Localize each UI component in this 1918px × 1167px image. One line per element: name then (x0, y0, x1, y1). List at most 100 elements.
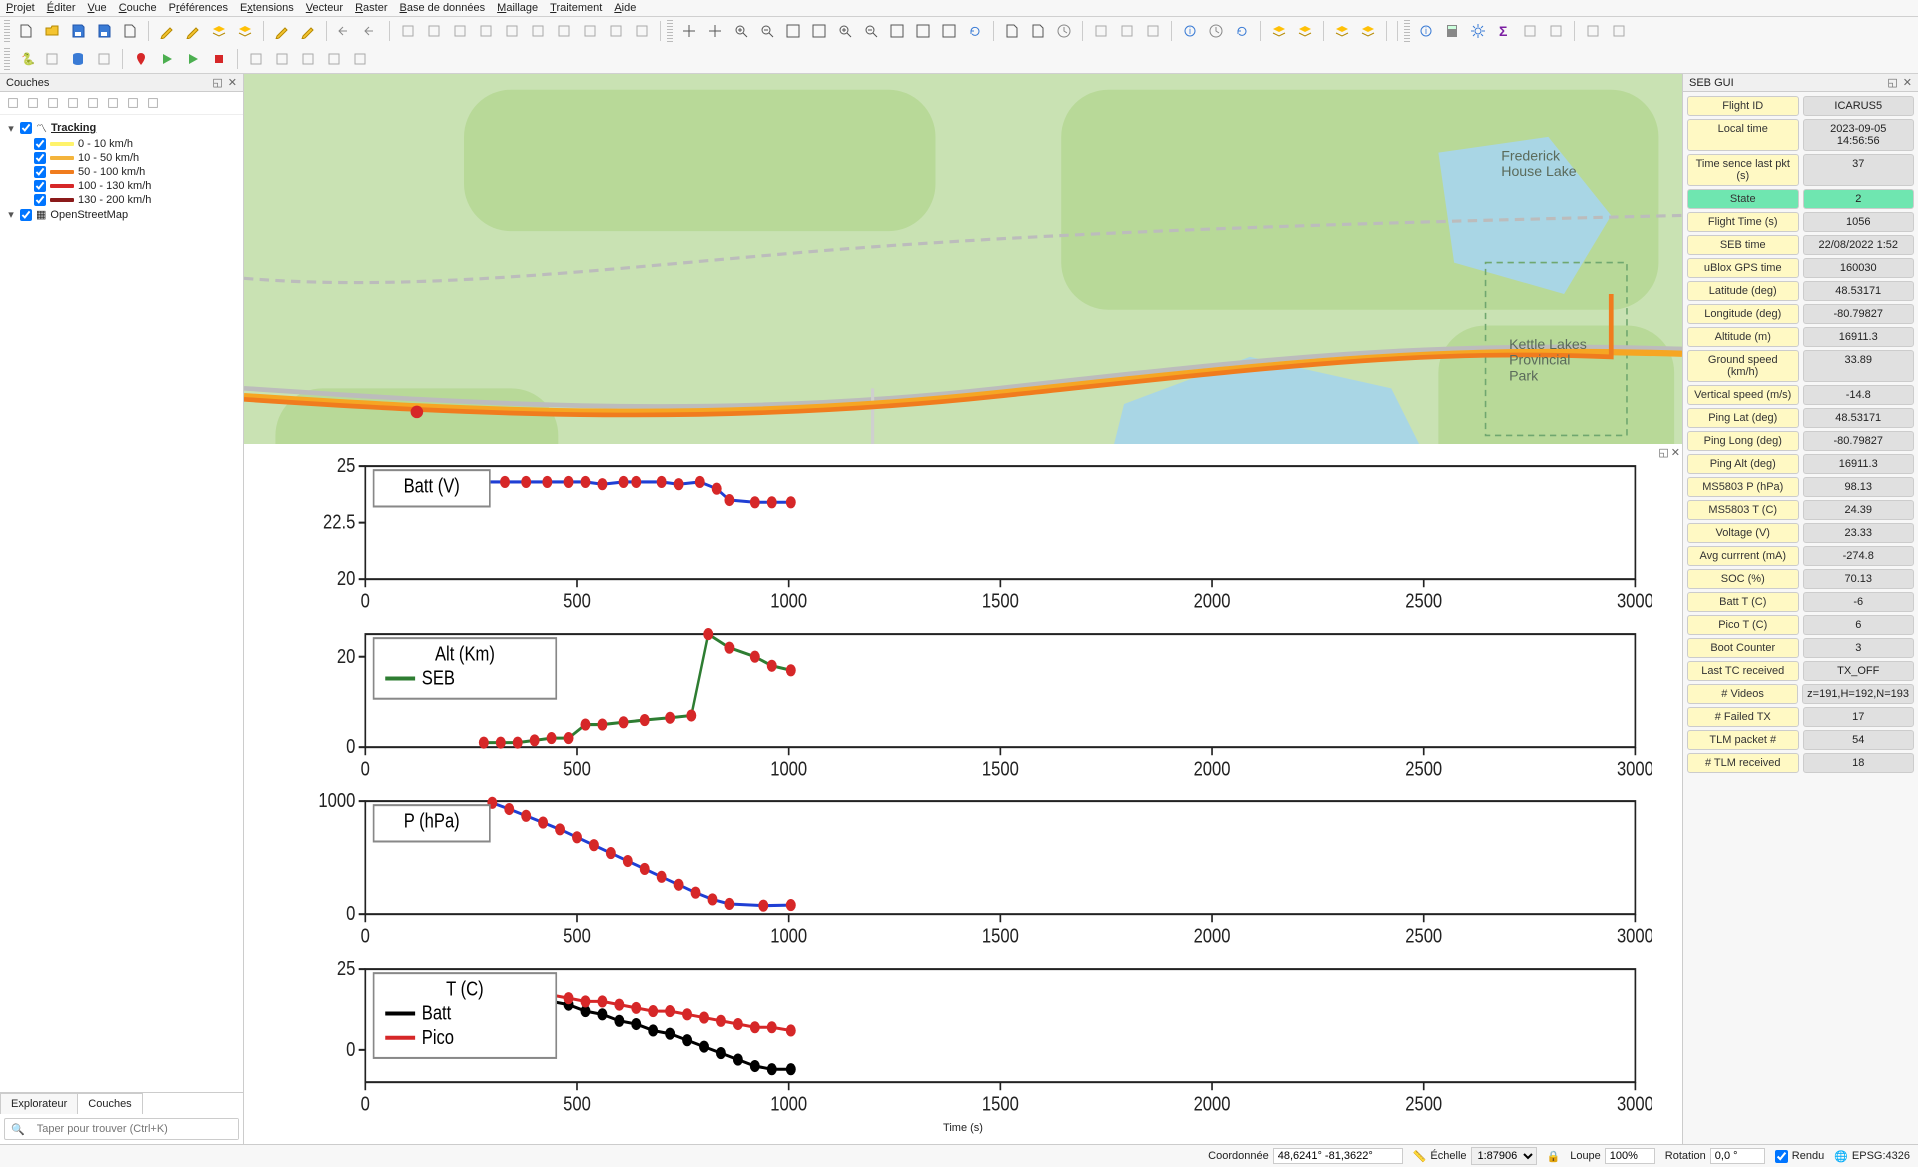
default-button[interactable] (1115, 19, 1139, 43)
default-button[interactable] (422, 19, 446, 43)
layer-label[interactable]: Tracking (51, 122, 96, 134)
layer-button[interactable] (1267, 19, 1291, 43)
default-button[interactable] (1581, 19, 1605, 43)
crs-field[interactable]: 🌐 EPSG:4326 (1834, 1150, 1910, 1163)
remove-icon[interactable] (146, 96, 160, 110)
layer-label[interactable]: 0 - 10 km/h (78, 138, 133, 150)
layer-checkbox[interactable] (20, 209, 32, 221)
layer-checkbox[interactable] (34, 180, 46, 192)
edit-button[interactable] (270, 19, 294, 43)
default-button[interactable] (322, 47, 346, 71)
zoom-full-button[interactable] (807, 19, 831, 43)
edit-button[interactable] (296, 19, 320, 43)
pan-button[interactable] (703, 19, 727, 43)
identify-button[interactable]: i (1178, 19, 1202, 43)
undock-icon[interactable]: ◱ (1658, 446, 1668, 459)
default-button[interactable] (396, 19, 420, 43)
pencil-icon[interactable] (6, 96, 20, 110)
expand-icon[interactable]: ▾ (6, 208, 16, 221)
default-button[interactable] (578, 19, 602, 43)
layer-checkbox[interactable] (34, 194, 46, 206)
clock-button[interactable] (1204, 19, 1228, 43)
default-button[interactable] (474, 19, 498, 43)
tab-couches[interactable]: Couches (77, 1093, 142, 1114)
layer-label[interactable]: 100 - 130 km/h (78, 180, 151, 192)
zoom-full-button[interactable] (885, 19, 909, 43)
default-button[interactable] (92, 47, 116, 71)
find-input[interactable] (31, 1119, 238, 1139)
zoom-full-button[interactable] (911, 19, 935, 43)
lock-field[interactable]: 🔒 (1547, 1150, 1561, 1163)
calc-button[interactable] (1440, 19, 1464, 43)
menu-aide[interactable]: Aide (614, 2, 636, 14)
layer-label[interactable]: 10 - 50 km/h (78, 152, 139, 164)
layer-label[interactable]: 130 - 200 km/h (78, 194, 151, 206)
tab-explorateur[interactable]: Explorateur (0, 1093, 78, 1114)
menu-vecteur[interactable]: Vecteur (306, 2, 343, 14)
filter-icon[interactable] (66, 96, 80, 110)
expand-icon[interactable] (106, 96, 120, 110)
close-icon[interactable]: ✕ (1903, 77, 1912, 89)
expression-icon[interactable] (86, 96, 100, 110)
menu-extensions[interactable]: Extensions (240, 2, 294, 14)
layer-button[interactable] (1330, 19, 1354, 43)
layer-checkbox[interactable] (20, 122, 32, 134)
default-button[interactable] (604, 19, 628, 43)
rotation-input[interactable] (1710, 1148, 1765, 1164)
layer-button[interactable] (207, 19, 231, 43)
save-button[interactable] (92, 19, 116, 43)
layer-button[interactable] (233, 19, 257, 43)
close-icon[interactable]: ✕ (228, 77, 237, 89)
layer-checkbox[interactable] (34, 166, 46, 178)
default-button[interactable] (296, 47, 320, 71)
pan-button[interactable] (677, 19, 701, 43)
scale-select[interactable]: 1:87906 (1471, 1147, 1537, 1165)
zoom-in-button[interactable] (833, 19, 857, 43)
menu-couche[interactable]: Couche (119, 2, 157, 14)
default-button[interactable] (448, 19, 472, 43)
python-button[interactable]: 🐍 (14, 47, 38, 71)
menu-raster[interactable]: Raster (355, 2, 387, 14)
new-button[interactable] (1026, 19, 1050, 43)
menu-vue[interactable]: Vue (88, 2, 107, 14)
default-button[interactable] (500, 19, 524, 43)
add-group-icon[interactable] (26, 96, 40, 110)
menu-base-de-données[interactable]: Base de données (400, 2, 486, 14)
undock-icon[interactable]: ◱ (1887, 77, 1897, 89)
layer-button[interactable] (1356, 19, 1380, 43)
close-icon[interactable]: ✕ (1671, 446, 1680, 459)
zoom-full-button[interactable] (937, 19, 961, 43)
open-button[interactable] (40, 19, 64, 43)
layer-checkbox[interactable] (34, 138, 46, 150)
coord-input[interactable] (1273, 1148, 1403, 1164)
default-button[interactable] (1544, 19, 1568, 43)
db-button[interactable] (66, 47, 90, 71)
default-button[interactable] (1141, 19, 1165, 43)
new-button[interactable] (118, 19, 142, 43)
refresh-button[interactable] (1230, 19, 1254, 43)
layer-label[interactable]: OpenStreetMap (50, 209, 128, 221)
menu-éditer[interactable]: Éditer (47, 2, 76, 14)
menu-projet[interactable]: Projet (6, 2, 35, 14)
menu-traitement[interactable]: Traitement (550, 2, 602, 14)
default-button[interactable] (1518, 19, 1542, 43)
expand-icon[interactable]: ▾ (6, 122, 16, 135)
default-button[interactable] (270, 47, 294, 71)
layer-checkbox[interactable] (34, 152, 46, 164)
play-button[interactable] (181, 47, 205, 71)
layer-button[interactable] (1293, 19, 1317, 43)
identify-button[interactable]: i (1414, 19, 1438, 43)
zoom-out-button[interactable] (755, 19, 779, 43)
edit-button[interactable] (155, 19, 179, 43)
clock-button[interactable] (1052, 19, 1076, 43)
pin-button[interactable] (129, 47, 153, 71)
eye-icon[interactable] (46, 96, 60, 110)
default-button[interactable] (1089, 19, 1113, 43)
save-button[interactable] (66, 19, 90, 43)
layers-tree[interactable]: ▾〽Tracking0 - 10 km/h10 - 50 km/h50 - 10… (0, 115, 243, 226)
new-button[interactable] (14, 19, 38, 43)
zoom-out-button[interactable] (859, 19, 883, 43)
stop-button[interactable] (207, 47, 231, 71)
zoom-full-button[interactable] (781, 19, 805, 43)
default-button[interactable] (630, 19, 654, 43)
